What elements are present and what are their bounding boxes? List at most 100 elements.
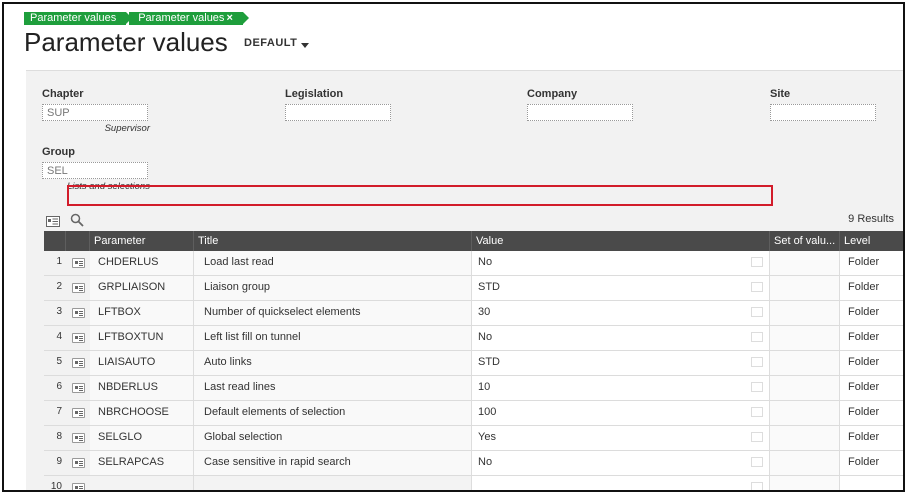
set-of-values-cell[interactable] [770, 476, 840, 490]
set-of-values-cell[interactable] [770, 376, 840, 400]
row-detail-button[interactable] [66, 301, 90, 325]
title-cell[interactable]: Auto links [194, 351, 472, 375]
close-icon[interactable]: × [226, 12, 232, 24]
chapter-input[interactable]: SUP [42, 104, 148, 121]
set-of-values-cell[interactable] [770, 276, 840, 300]
variant-selector[interactable]: DEFAULT [244, 37, 310, 49]
value-selector-icon[interactable] [751, 457, 763, 467]
parameter-cell[interactable]: LFTBOX [90, 301, 194, 325]
value-selector-icon[interactable] [751, 357, 763, 367]
group-label: Group [42, 146, 75, 158]
set-of-values-cell[interactable] [770, 426, 840, 450]
row-detail-button[interactable] [66, 351, 90, 375]
title-cell[interactable]: Number of quickselect elements [194, 301, 472, 325]
set-of-values-cell[interactable] [770, 451, 840, 475]
title-cell[interactable]: Global selection [194, 426, 472, 450]
parameter-cell[interactable]: LIAISAUTO [90, 351, 194, 375]
parameter-cell[interactable]: GRPLIAISON [90, 276, 194, 300]
parameter-cell[interactable]: NBDERLUS [90, 376, 194, 400]
row-detail-button[interactable] [66, 426, 90, 450]
parameter-cell[interactable]: NBRCHOOSE [90, 401, 194, 425]
set-of-values-cell[interactable] [770, 351, 840, 375]
row-detail-button[interactable] [66, 251, 90, 275]
title-cell[interactable]: Left list fill on tunnel [194, 326, 472, 350]
value-cell[interactable]: Yes [472, 426, 770, 450]
table-row[interactable]: 5 LIAISAUTO Auto links STD Folder [44, 351, 903, 376]
app-frame: Parameter values Parameter values × Param… [2, 2, 905, 492]
level-cell[interactable]: Folder [840, 301, 903, 325]
value-selector-icon[interactable] [751, 432, 763, 442]
row-detail-button[interactable] [66, 326, 90, 350]
row-detail-button[interactable] [66, 401, 90, 425]
table-row[interactable]: 8 SELGLO Global selection Yes Folder [44, 426, 903, 451]
value-selector-icon[interactable] [751, 307, 763, 317]
value-text: 100 [478, 406, 497, 418]
parameter-cell[interactable]: CHDERLUS [90, 251, 194, 275]
title-cell[interactable]: Case sensitive in rapid search [194, 451, 472, 475]
table-row[interactable]: 10 [44, 476, 903, 490]
parameter-cell[interactable]: LFTBOXTUN [90, 326, 194, 350]
set-of-values-cell[interactable] [770, 301, 840, 325]
value-cell[interactable]: No [472, 251, 770, 275]
column-header-set-of-values[interactable]: Set of valu... [770, 231, 840, 251]
set-of-values-cell[interactable] [770, 326, 840, 350]
level-cell[interactable]: Folder [840, 451, 903, 475]
legislation-input[interactable] [285, 104, 391, 121]
value-cell[interactable]: 10 [472, 376, 770, 400]
table-view-icon[interactable] [46, 214, 60, 232]
table-row[interactable]: 3 LFTBOX Number of quickselect elements 30 F… [44, 301, 903, 326]
title-cell[interactable]: Default elements of selection [194, 401, 472, 425]
value-cell[interactable]: STD [472, 276, 770, 300]
level-cell[interactable]: Folder [840, 401, 903, 425]
table-row[interactable]: 2 GRPLIAISON Liaison group STD Folder [44, 276, 903, 301]
value-cell[interactable]: No [472, 326, 770, 350]
value-selector-icon[interactable] [751, 257, 763, 267]
table-row[interactable]: 9 SELRAPCAS Case sensitive in rapid search… [44, 451, 903, 476]
table-row[interactable]: 6 NBDERLUS Last read lines 10 Folder [44, 376, 903, 401]
value-selector-icon[interactable] [751, 332, 763, 342]
column-header-parameter[interactable]: Parameter [90, 231, 194, 251]
value-cell[interactable] [472, 476, 770, 490]
set-of-values-cell[interactable] [770, 251, 840, 275]
title-cell[interactable] [194, 476, 472, 490]
table-row[interactable]: 1 CHDERLUS Load last read No Folder [44, 251, 903, 276]
level-cell[interactable]: Folder [840, 351, 903, 375]
set-of-values-cell[interactable] [770, 401, 840, 425]
company-input[interactable] [527, 104, 633, 121]
level-cell[interactable]: Folder [840, 251, 903, 275]
value-cell[interactable]: 100 [472, 401, 770, 425]
row-detail-icon [71, 483, 85, 490]
level-cell[interactable]: Folder [840, 376, 903, 400]
value-cell[interactable]: 30 [472, 301, 770, 325]
row-detail-button[interactable] [66, 451, 90, 475]
title-cell[interactable]: Liaison group [194, 276, 472, 300]
level-cell[interactable]: Folder [840, 426, 903, 450]
title-cell[interactable]: Last read lines [194, 376, 472, 400]
row-detail-button[interactable] [66, 376, 90, 400]
search-icon[interactable] [70, 213, 84, 232]
parameter-cell[interactable]: SELRAPCAS [90, 451, 194, 475]
table-row[interactable]: 7 NBRCHOOSE Default elements of selection 1… [44, 401, 903, 426]
breadcrumb-item[interactable]: Parameter values [24, 12, 133, 25]
table-row[interactable]: 4 LFTBOXTUN Left list fill on tunnel No Fold… [44, 326, 903, 351]
level-cell[interactable]: Folder [840, 326, 903, 350]
value-cell[interactable]: STD [472, 351, 770, 375]
value-cell[interactable]: No [472, 451, 770, 475]
site-input[interactable] [770, 104, 876, 121]
title-cell[interactable]: Load last read [194, 251, 472, 275]
column-header-value[interactable]: Value [472, 231, 770, 251]
value-selector-icon[interactable] [751, 482, 763, 490]
column-header-title[interactable]: Title [194, 231, 472, 251]
row-detail-button[interactable] [66, 276, 90, 300]
breadcrumb-item-current[interactable]: Parameter values × [129, 12, 249, 25]
level-cell[interactable] [840, 476, 903, 490]
group-input[interactable]: SEL [42, 162, 148, 179]
value-selector-icon[interactable] [751, 407, 763, 417]
column-header-level[interactable]: Level [840, 231, 903, 251]
level-cell[interactable]: Folder [840, 276, 903, 300]
parameter-cell[interactable] [90, 476, 194, 490]
parameter-cell[interactable]: SELGLO [90, 426, 194, 450]
row-detail-button[interactable] [66, 476, 90, 490]
value-selector-icon[interactable] [751, 382, 763, 392]
value-selector-icon[interactable] [751, 282, 763, 292]
